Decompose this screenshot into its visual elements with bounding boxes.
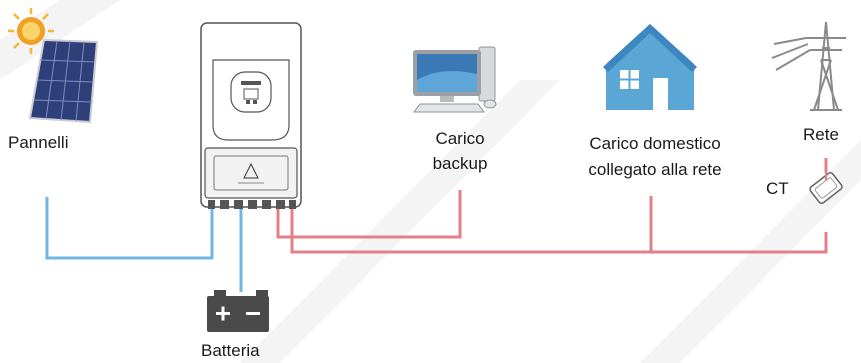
home-load-label-line2: collegato alla rete <box>588 160 722 179</box>
panel-to-inverter-line <box>45 197 214 260</box>
panels-label: Pannelli <box>8 133 69 152</box>
house-icon <box>603 24 697 110</box>
grid-label: Rete <box>803 125 839 144</box>
diagram-canvas <box>0 0 861 363</box>
grid-tower-icon <box>771 21 846 111</box>
home-load-label: Carico domestico collegato alla rete <box>560 133 750 180</box>
system-diagram: Pannelli Carico backup Carico domestico … <box>0 0 861 363</box>
battery-label: Batteria <box>201 341 260 360</box>
inverter-icon <box>200 22 302 209</box>
dc-wiring <box>45 197 243 292</box>
home-load-label-line1: Carico domestico <box>589 134 721 153</box>
computer-icon <box>413 46 497 113</box>
ct-label: CT <box>766 179 789 198</box>
backup-load-label-line1: Carico <box>435 129 485 148</box>
battery-icon <box>207 290 269 332</box>
backup-load-label: Carico backup <box>410 128 510 174</box>
backup-load-label-line2: backup <box>432 154 488 173</box>
